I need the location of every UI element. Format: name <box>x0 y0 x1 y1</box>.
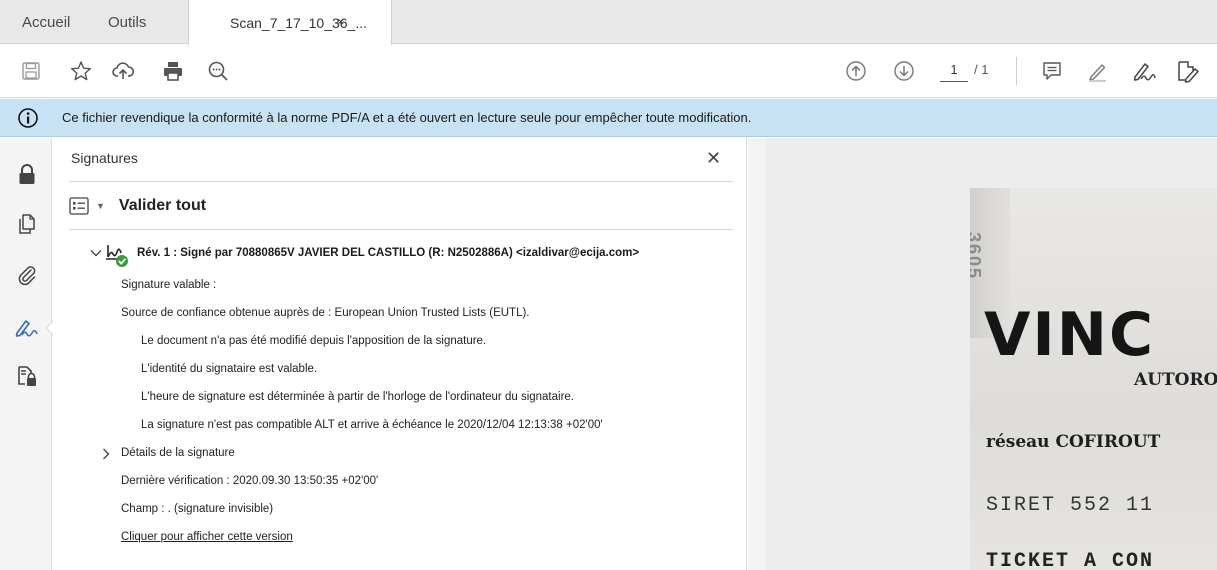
validate-all-button[interactable]: Valider tout <box>119 197 206 215</box>
highlight-icon[interactable] <box>1083 57 1111 85</box>
receipt-side-code: 3605 <box>970 232 984 281</box>
signing-time-status: L'heure de signature est déterminée à pa… <box>141 391 574 403</box>
close-tab-icon[interactable]: × <box>337 14 345 29</box>
lock-icon[interactable] <box>13 160 41 188</box>
tab-bar: Accueil Outils Scan_7_17_10_36_... × <box>0 0 1217 45</box>
close-panel-icon[interactable]: ✕ <box>706 148 721 169</box>
last-check: Dernière vérification : 2020.09.30 13:50… <box>121 475 379 487</box>
tab-document[interactable]: Scan_7_17_10_36_... × <box>188 0 392 45</box>
attachment-icon[interactable] <box>13 261 41 289</box>
signatures-panel: Signatures ✕ ▼ Valider tout Rév. 1 : Sig… <box>53 138 747 570</box>
page-number-input[interactable]: 1 <box>940 60 968 82</box>
signature-details-toggle[interactable]: Détails de la signature <box>121 447 235 459</box>
banner-message: Ce fichier revendique la conformité à la… <box>62 110 752 125</box>
pdfa-info-banner: Ce fichier revendique la conformité à la… <box>0 99 1217 137</box>
comment-icon[interactable] <box>1038 57 1066 85</box>
toolbar: 1 / 1 <box>0 45 1217 98</box>
page-total: / 1 <box>974 62 989 77</box>
tab-tools[interactable]: Outils <box>108 0 146 44</box>
fill-sign-icon[interactable] <box>1174 57 1202 85</box>
document-viewport[interactable]: 3605 VINC AUTORO réseau COFIROUT SIRET 5… <box>748 138 1217 570</box>
chevron-down-icon[interactable]: ▼ <box>96 201 105 211</box>
star-icon[interactable] <box>67 57 95 85</box>
next-page-icon[interactable] <box>890 57 918 85</box>
view-version-link[interactable]: Cliquer pour afficher cette version <box>121 531 293 543</box>
chevron-right-icon[interactable] <box>102 447 110 463</box>
search-zoom-icon[interactable] <box>204 57 232 85</box>
integrity-status: Le document n'a pas été modifié depuis l… <box>141 335 487 347</box>
receipt-network-line: réseau COFIROUT <box>986 432 1161 452</box>
valid-signature-icon <box>105 240 129 267</box>
viewport-gutter <box>748 138 766 570</box>
left-rail <box>0 138 54 570</box>
signature-header[interactable]: Rév. 1 : Signé par 70880865V JAVIER DEL … <box>90 240 640 267</box>
validate-all-row: ▼ Valider tout <box>69 193 206 219</box>
panel-title: Signatures <box>71 150 138 166</box>
divider <box>69 181 733 182</box>
signature-validity: Signature valable : <box>121 279 217 291</box>
sign-icon[interactable] <box>1130 57 1158 85</box>
toolbar-separator <box>1016 57 1017 85</box>
chevron-down-icon[interactable] <box>90 246 104 260</box>
signature-title: Rév. 1 : Signé par 70880865V JAVIER DEL … <box>137 247 640 259</box>
signature-field: Champ : . (signature invisible) <box>121 503 274 515</box>
options-menu-icon[interactable] <box>69 197 89 215</box>
tab-document-label: Scan_7_17_10_36_... <box>230 14 368 31</box>
prev-page-icon[interactable] <box>842 57 870 85</box>
pages-icon[interactable] <box>13 210 41 238</box>
info-icon <box>17 107 39 129</box>
ltv-status: La signature n'est pas compatible ALT et… <box>141 419 603 431</box>
divider <box>69 229 733 230</box>
signature-pen-icon[interactable] <box>13 314 41 342</box>
upload-icon[interactable] <box>109 57 137 85</box>
trust-source: Source de confiance obtenue auprès de : … <box>121 307 530 319</box>
receipt-siret-line: SIRET 552 11 <box>986 494 1155 517</box>
receipt-logo-text: VINC <box>984 300 1156 370</box>
security-doc-icon[interactable] <box>13 362 41 390</box>
scanned-receipt-image: 3605 VINC AUTORO réseau COFIROUT SIRET 5… <box>970 188 1217 570</box>
identity-status: L'identité du signataire est valable. <box>141 363 318 375</box>
receipt-subtitle: AUTORO <box>1134 370 1217 390</box>
save-icon[interactable] <box>17 57 45 85</box>
tab-home[interactable]: Accueil <box>22 0 70 44</box>
print-icon[interactable] <box>159 57 187 85</box>
receipt-ticket-line: TICKET A CON <box>986 550 1155 570</box>
